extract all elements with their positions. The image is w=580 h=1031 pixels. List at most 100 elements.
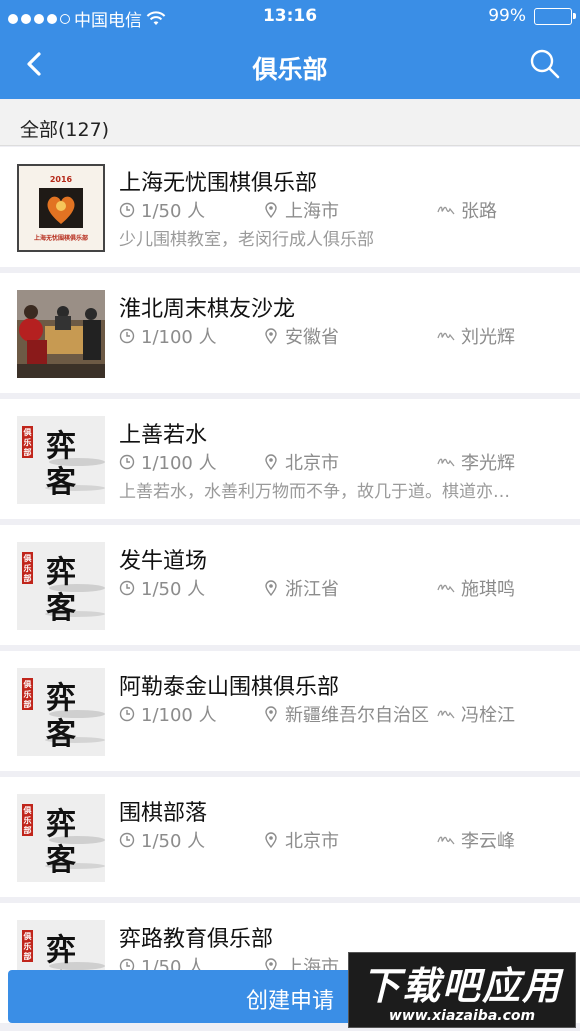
club-owner: 施琪鸣 <box>461 579 515 600</box>
section-header: 全部(127) <box>0 100 580 146</box>
club-location: 北京市 <box>285 831 339 852</box>
location-group: 浙江省 <box>263 575 339 601</box>
clock-icon <box>119 706 135 722</box>
battery-group: 99% <box>488 6 576 26</box>
club-meta: 1/100 人 新疆维吾尔自治区 冯栓江 <box>119 701 559 726</box>
club-name: 发牛道场 <box>119 549 208 574</box>
watermark-logo: 下载吧应用 www.xiazaiba.com <box>348 952 576 1028</box>
location-pin-icon <box>265 454 277 470</box>
signature-icon <box>437 206 455 215</box>
club-logo-thumbnail: 俱乐部 弈客 <box>17 416 105 504</box>
search-icon[interactable] <box>528 47 562 81</box>
signature-icon <box>437 836 455 845</box>
location-group: 新疆维吾尔自治区 <box>263 701 429 727</box>
member-count-group: 1/100 人 <box>119 323 217 349</box>
battery-icon <box>534 7 576 25</box>
club-owner: 李云峰 <box>461 831 515 852</box>
watermark-url: www.xiazaiba.com <box>388 1008 536 1024</box>
owner-group: 施琪鸣 <box>437 575 515 601</box>
location-group: 北京市 <box>263 827 339 853</box>
club-owner: 冯栓江 <box>461 705 515 726</box>
club-location: 安徽省 <box>285 327 339 348</box>
list-item[interactable]: 俱乐部 弈客 围棋部落 1/50 人 北京市 李云峰 <box>0 777 580 897</box>
logo-char-2: 客 <box>46 843 76 878</box>
logo-seal-text: 俱乐部 <box>23 931 32 961</box>
club-location: 新疆维吾尔自治区 <box>285 705 429 726</box>
member-count: 1/50 人 <box>141 201 206 222</box>
owner-group: 冯栓江 <box>437 701 515 727</box>
club-meta: 1/50 人 上海市 张路 <box>119 197 559 222</box>
club-meta: 1/50 人 北京市 李云峰 <box>119 827 559 852</box>
list-item[interactable]: 2016 上海无忧围棋俱乐部 上海无忧围棋俱乐部 1/50 人上海市 张路 少儿围棋教室，… <box>0 147 580 267</box>
club-name: 围棋部落 <box>119 801 208 826</box>
clock-icon <box>119 580 135 596</box>
logo-char-1: 弈 <box>46 555 76 590</box>
location-pin-icon <box>265 580 277 596</box>
status-bar: 中国电信 13:16 99% <box>0 0 580 33</box>
list-item[interactable]: 俱乐部 弈客 阿勒泰金山围棋俱乐部 1/100 人 新疆维吾尔自治区 冯栓江 <box>0 651 580 771</box>
logo-seal-text: 俱乐部 <box>23 427 32 457</box>
clock-icon <box>119 832 135 848</box>
signature-icon <box>437 458 455 467</box>
club-location: 北京市 <box>285 453 339 474</box>
club-meta: 1/100 人 安徽省 刘光辉 <box>119 323 559 348</box>
member-count: 1/100 人 <box>141 453 217 474</box>
location-group: 上海市 <box>263 197 339 223</box>
poster-caption: 上海无忧围棋俱乐部 <box>34 234 88 242</box>
location-pin-icon <box>265 832 277 848</box>
logo-char-2: 客 <box>46 465 76 500</box>
club-name: 淮北周末棋友沙龙 <box>119 297 296 322</box>
logo-char-1: 弈 <box>46 681 76 716</box>
list-item[interactable]: 淮北周末棋友沙龙 1/100 人 安徽省 刘光辉 <box>0 273 580 393</box>
logo-seal-text: 俱乐部 <box>23 679 32 709</box>
list-item[interactable]: 俱乐部 弈客 发牛道场 1/50 人 浙江省 施琪鸣 <box>0 525 580 645</box>
watermark-title: 下载吧应用 <box>361 964 562 1008</box>
location-group: 北京市 <box>263 449 339 475</box>
member-count: 1/50 人 <box>141 579 206 600</box>
club-logo-thumbnail: 俱乐部 弈客 <box>17 542 105 630</box>
logo-char-2: 客 <box>46 591 76 626</box>
member-count-group: 1/50 人 <box>119 575 205 601</box>
member-count-group: 1/100 人 <box>119 449 217 475</box>
club-logo-thumbnail: 俱乐部 弈客 <box>17 794 105 882</box>
club-name: 阿勒泰金山围棋俱乐部 <box>119 675 340 700</box>
signature-icon <box>437 584 455 593</box>
club-location: 上海市 <box>285 201 339 222</box>
club-description: 上善若水，水善利万物而不争，故几于道。棋道亦… <box>119 482 510 502</box>
clock-icon <box>119 454 135 470</box>
owner-group: 李光辉 <box>437 449 515 475</box>
club-name: 弈路教育俱乐部 <box>119 927 274 952</box>
poster-year: 2016 <box>50 175 73 184</box>
battery-percent: 99% <box>488 6 526 26</box>
logo-char-1: 弈 <box>46 933 76 968</box>
member-count-group: 1/50 人 <box>119 197 205 223</box>
club-photo-thumbnail <box>17 290 105 378</box>
club-meta: 1/100 人 北京市 李光辉 <box>119 449 559 474</box>
club-list: 2016 上海无忧围棋俱乐部 上海无忧围棋俱乐部 1/50 人上海市 张路 少儿围棋教室，… <box>0 147 580 1029</box>
owner-group: 刘光辉 <box>437 323 515 349</box>
logo-char-1: 弈 <box>46 429 76 464</box>
member-count: 1/100 人 <box>141 327 217 348</box>
signature-icon <box>437 710 455 719</box>
signature-icon <box>437 332 455 341</box>
clock-icon <box>119 202 135 218</box>
list-item[interactable]: 俱乐部 弈客 上善若水 1/100 人 北京市 李光辉上善若水，水善利万物而不争，故几于道… <box>0 399 580 519</box>
location-group: 安徽省 <box>263 323 339 349</box>
owner-group: 张路 <box>437 197 497 223</box>
member-count-group: 1/50 人 <box>119 827 205 853</box>
logo-char-2: 客 <box>46 717 76 752</box>
page-title: 俱乐部 <box>252 55 328 84</box>
nav-bar: 俱乐部 <box>0 33 580 99</box>
member-count: 1/50 人 <box>141 831 206 852</box>
club-poster-thumbnail: 2016 上海无忧围棋俱乐部 <box>17 164 105 252</box>
club-name: 上海无忧围棋俱乐部 <box>119 171 318 196</box>
club-meta: 1/50 人 浙江省 施琪鸣 <box>119 575 559 600</box>
club-description: 少儿围棋教室，老闵行成人俱乐部 <box>119 230 374 250</box>
owner-group: 李云峰 <box>437 827 515 853</box>
club-location: 浙江省 <box>285 579 339 600</box>
club-owner: 张路 <box>461 201 497 222</box>
club-name: 上善若水 <box>119 423 208 448</box>
logo-char-1: 弈 <box>46 807 76 842</box>
logo-seal-text: 俱乐部 <box>23 805 32 835</box>
clock-icon <box>119 328 135 344</box>
